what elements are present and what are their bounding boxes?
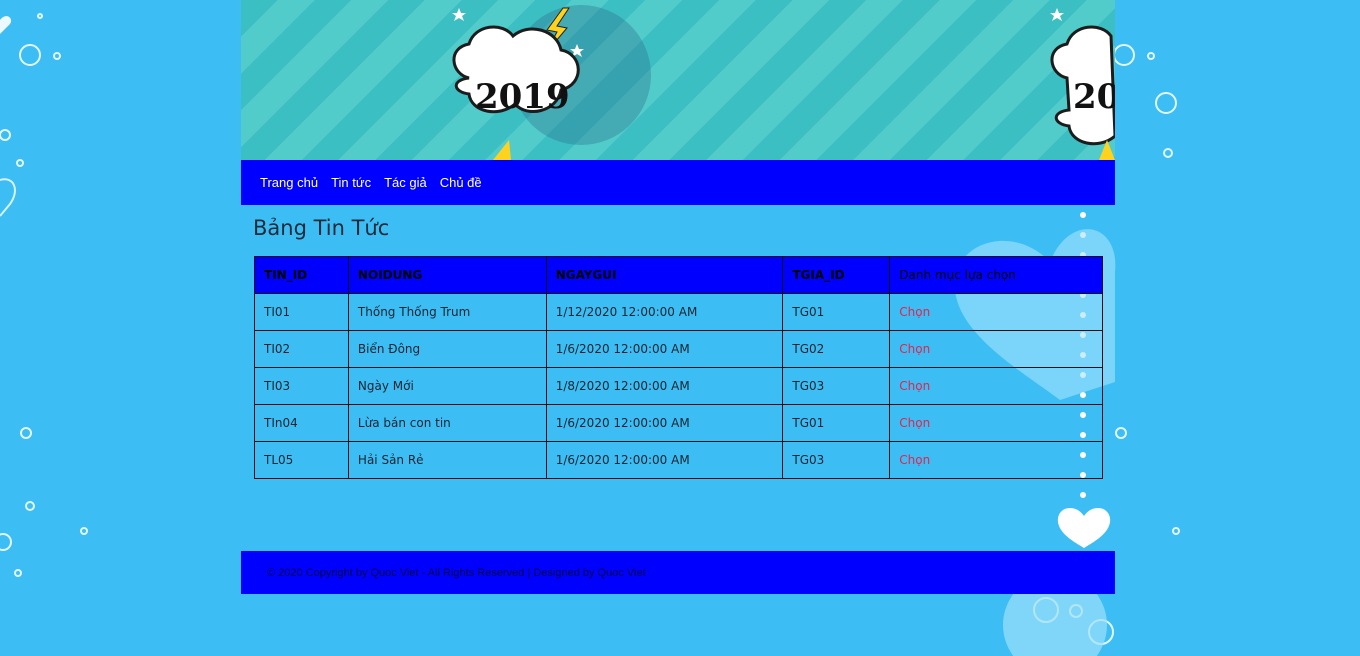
cell-author: TG01 <box>782 404 891 442</box>
nav-topics[interactable]: Chủ đề <box>440 175 482 190</box>
cell-date: 1/6/2020 12:00:00 AM <box>545 404 784 442</box>
cell-tin-id: TL05 <box>254 441 349 479</box>
header-ngaygui: NGAYGUI <box>545 256 784 294</box>
banner-year-repeat: 20 <box>1073 77 1115 117</box>
cell-content: Thống Thống Trum <box>347 293 547 331</box>
cell-tin-id: TI02 <box>254 330 349 368</box>
cell-date: 1/6/2020 12:00:00 AM <box>545 330 784 368</box>
table-row: TI01 Thống Thống Trum 1/12/2020 12:00:00… <box>254 293 1103 331</box>
cell-action: Chọn <box>889 293 1103 331</box>
choose-link[interactable]: Chọn <box>899 453 930 467</box>
header-select: Danh mục lựa chọn <box>889 256 1103 294</box>
cell-content: Lừa bán con tin <box>347 404 547 442</box>
cell-date: 1/6/2020 12:00:00 AM <box>545 441 784 479</box>
header-banner: 2019 20 <box>241 0 1115 160</box>
table-row: TI02 Biển Đông 1/6/2020 12:00:00 AM TG02… <box>254 330 1103 368</box>
cell-author: TG03 <box>782 367 891 405</box>
cell-content: Hải Sản Rẻ <box>347 441 547 479</box>
cell-author: TG02 <box>782 330 891 368</box>
choose-link[interactable]: Chọn <box>899 379 930 393</box>
cell-tin-id: TI03 <box>254 367 349 405</box>
choose-link[interactable]: Chọn <box>899 342 930 356</box>
table-row: TL05 Hải Sản Rẻ 1/6/2020 12:00:00 AM TG0… <box>254 441 1103 479</box>
footer-copyright: © 2020 Copyright by Quoc Viet - All Righ… <box>267 566 646 579</box>
cell-action: Chọn <box>889 330 1103 368</box>
choose-link[interactable]: Chọn <box>899 305 930 319</box>
footer: © 2020 Copyright by Quoc Viet - All Righ… <box>241 551 1115 594</box>
banner-artwork: 2019 20 <box>452 5 1115 160</box>
cell-author: TG03 <box>782 441 891 479</box>
cell-tin-id: TIn04 <box>254 404 349 442</box>
page-container: 2019 20 Trang chủ Tin tức Tác giả Chủ đề… <box>241 0 1115 656</box>
table-row: TIn04 Lừa bán con tin 1/6/2020 12:00:00 … <box>254 404 1103 442</box>
news-table: TIN_ID NOIDUNG NGAYGUI TGIA_ID Danh mục … <box>254 256 1103 479</box>
page-title: Bảng Tin Tức <box>253 216 390 240</box>
cell-date: 1/12/2020 12:00:00 AM <box>545 293 784 331</box>
table-row: TI03 Ngày Mới 1/8/2020 12:00:00 AM TG03 … <box>254 367 1103 405</box>
nav-home[interactable]: Trang chủ <box>260 175 318 190</box>
cell-content: Ngày Mới <box>347 367 547 405</box>
choose-link[interactable]: Chọn <box>899 416 930 430</box>
nav-authors[interactable]: Tác giả <box>384 175 427 190</box>
table-header-row: TIN_ID NOIDUNG NGAYGUI TGIA_ID Danh mục … <box>254 256 1103 294</box>
header-noidung: NOIDUNG <box>347 256 547 294</box>
cell-action: Chọn <box>889 367 1103 405</box>
main-nav: Trang chủ Tin tức Tác giả Chủ đề <box>241 160 1115 205</box>
cell-author: TG01 <box>782 293 891 331</box>
cell-content: Biển Đông <box>347 330 547 368</box>
cell-action: Chọn <box>889 441 1103 479</box>
nav-news[interactable]: Tin tức <box>331 175 371 190</box>
cell-tin-id: TI01 <box>254 293 349 331</box>
header-tgia-id: TGIA_ID <box>782 256 891 294</box>
banner-year: 2019 <box>475 77 570 117</box>
cell-action: Chọn <box>889 404 1103 442</box>
cell-date: 1/8/2020 12:00:00 AM <box>545 367 784 405</box>
header-tin-id: TIN_ID <box>254 256 349 294</box>
